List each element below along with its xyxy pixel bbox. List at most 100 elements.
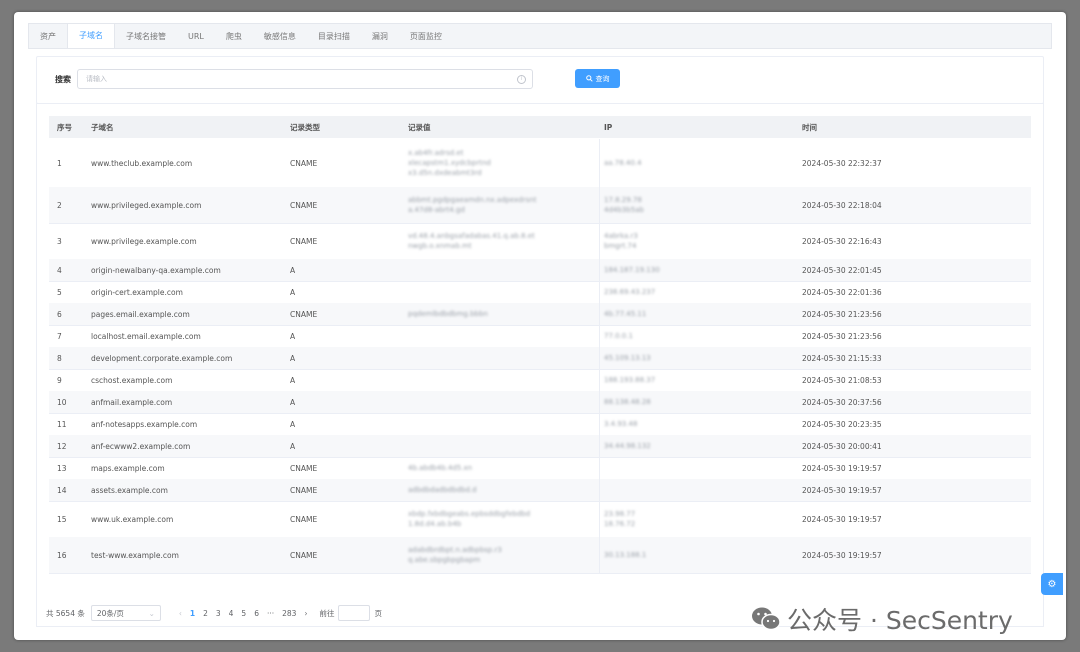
cell-type: A (290, 353, 296, 363)
watermark-text: 公众号 · SecSentry (787, 606, 1013, 635)
tab-8[interactable]: 页面监控 (399, 26, 453, 48)
cell-value: adbdbdadbdbdbd.d (404, 479, 600, 501)
cell-no: 4 (57, 265, 62, 275)
info-icon: i (517, 75, 526, 84)
cell-ip: 17.8.29.78 4d4b3b5ab (600, 187, 798, 223)
cell-value-text: 4b.abdb4b.4d5.xn (408, 464, 473, 472)
tab-bar: 资产 子域名 子域名接管 URL 爬虫 敏感信息 目录扫描 漏洞 页面监控 (28, 23, 1052, 49)
page-number-button[interactable]: 2 (203, 609, 208, 618)
cell-ip-text: 3.4.93.48 (604, 420, 638, 428)
cell-value: pqdemlbdbdbmg.bbbn (404, 303, 600, 325)
page-number-button[interactable]: 1 (190, 609, 195, 618)
cell-no: 12 (57, 441, 67, 451)
page-size-select[interactable]: 20条/页 ⌄ (90, 605, 161, 621)
search-card: 搜索 i 查询 (36, 56, 1044, 104)
cell-type: A (290, 265, 296, 275)
page-number-button[interactable]: 3 (216, 609, 221, 618)
goto-suffix: 页 (374, 608, 382, 618)
cell-value-text: abbmt.pgdpgaeamdn.nx.adpexdrsnt a.47d8-a… (408, 196, 537, 214)
page-number-button[interactable]: 4 (229, 609, 234, 618)
cell-value: xbdp.fxbdbgeabs.epbsddbgfebdbd 1.8d.d4.a… (404, 501, 600, 537)
cell-value (404, 347, 600, 369)
col-header-value: 记录值 (408, 122, 431, 132)
cell-value (404, 281, 600, 303)
chevron-down-icon: ⌄ (148, 608, 155, 618)
cell-ip-text: 45.109.13.13 (604, 354, 651, 362)
cell-domain: development.corporate.example.com (91, 353, 233, 363)
table-row: 1 www.theclub.example.com CNAME x.ab4fr.adr… (49, 139, 1031, 188)
settings-float-button[interactable]: ⚙ (1041, 573, 1063, 595)
cell-value: adabdbrdbpt.n.adbpbsp.r3 q.abe.sbpgbpgba… (404, 537, 600, 573)
cell-ip: 188.193.88.37 (600, 369, 798, 391)
page-number-button[interactable]: 283 (282, 609, 296, 618)
app-window: 资产子域名子域名接管URL爬虫敏感信息目录扫描漏洞页面监控 搜索 i 查询 序号… (14, 12, 1066, 640)
tab-6[interactable]: 目录扫描 (307, 26, 361, 48)
cell-type: CNAME (290, 463, 318, 473)
page-number-button[interactable]: ··· (267, 609, 274, 618)
tab-7[interactable]: 漏洞 (361, 26, 399, 48)
cell-type: CNAME (290, 309, 318, 319)
cell-time: 2024-05-30 19:19:57 (802, 463, 882, 473)
query-button[interactable]: 查询 (575, 69, 620, 88)
table-row: 7 localhost.email.example.com A 77.0.0.1 202… (49, 325, 1031, 348)
cell-ip-text: 88.138.48.28 (604, 398, 651, 406)
cell-ip: 3.4.93.48 (600, 413, 798, 435)
tab-4[interactable]: 爬虫 (215, 26, 253, 48)
cell-ip: 184.187.19.130 (600, 259, 798, 281)
cell-time: 2024-05-30 22:16:43 (802, 236, 882, 246)
cell-no: 16 (57, 550, 67, 560)
cell-time: 2024-05-30 22:01:45 (802, 265, 882, 275)
search-icon (585, 75, 593, 82)
cell-time: 2024-05-30 19:19:57 (802, 485, 882, 495)
cell-time: 2024-05-30 22:18:04 (802, 200, 882, 210)
cell-value: 4b.abdb4b.4d5.xn (404, 457, 600, 479)
cell-value (404, 325, 600, 347)
cell-time: 2024-05-30 21:08:53 (802, 375, 882, 385)
wechat-logo-icon (752, 607, 781, 631)
col-header-type: 记录类型 (290, 122, 320, 132)
tab-0[interactable]: 资产 (29, 26, 67, 48)
col-header-domain: 子域名 (91, 122, 114, 132)
cell-ip: 4b.77.45.11 (600, 303, 798, 325)
tab-2[interactable]: 子域名接管 (115, 26, 177, 48)
cell-domain: www.theclub.example.com (91, 158, 193, 168)
cell-ip-text: 17.8.29.78 4d4b3b5ab (604, 196, 644, 214)
table-row: 12 anf-ecwww2.example.com A 34.44.98.132 202… (49, 435, 1031, 458)
cell-type: A (290, 287, 296, 297)
goto-label: 前往 (319, 608, 335, 618)
cell-no: 15 (57, 514, 67, 524)
cell-ip-text: 30.13.188.1 (604, 551, 647, 559)
cell-time: 2024-05-30 21:15:33 (802, 353, 882, 363)
cell-value (404, 369, 600, 391)
pagination-total: 共 5654 条 (46, 608, 85, 618)
tab-1[interactable]: 子域名 (67, 24, 115, 48)
tab-3[interactable]: URL (177, 26, 215, 48)
table-row: 10 anfmail.example.com A 88.138.48.28 2024-0… (49, 391, 1031, 414)
cell-no: 14 (57, 485, 67, 495)
prev-page-button[interactable]: ‹ (179, 609, 182, 618)
cell-type: A (290, 441, 296, 451)
cell-value: x.ab4fr.adrsd.et xlecapstm1.xydcbprtnd x… (404, 139, 600, 187)
cell-domain: anf-ecwww2.example.com (91, 441, 191, 451)
search-input[interactable] (77, 69, 533, 89)
next-page-button[interactable]: › (304, 609, 307, 618)
page-number-button[interactable]: 6 (254, 609, 259, 618)
cell-type: A (290, 419, 296, 429)
cell-ip-text: 184.187.19.130 (604, 266, 660, 274)
cell-value (404, 391, 600, 413)
cell-type: CNAME (290, 514, 318, 524)
cell-ip: 238.69.43.237 (600, 281, 798, 303)
cell-time: 2024-05-30 20:00:41 (802, 441, 882, 451)
goto-page-input[interactable] (338, 605, 371, 621)
cell-ip-text: 34.44.98.132 (604, 442, 651, 450)
cell-domain: pages.email.example.com (91, 309, 190, 319)
cell-domain: origin-cert.example.com (91, 287, 183, 297)
page-list: 1 2 3 4 5 6 ··· 283 (186, 609, 301, 618)
gear-icon: ⚙ (1047, 578, 1057, 590)
cell-no: 7 (57, 331, 62, 341)
tab-5[interactable]: 敏感信息 (253, 26, 307, 48)
table-row: 16 test-www.example.com CNAME adabdbrdbpt.n… (49, 537, 1031, 574)
table-row: 8 development.corporate.example.com A 45.10… (49, 347, 1031, 370)
table-row: 11 anf-notesapps.example.com A 3.4.93.48 202… (49, 413, 1031, 436)
page-number-button[interactable]: 5 (241, 609, 246, 618)
